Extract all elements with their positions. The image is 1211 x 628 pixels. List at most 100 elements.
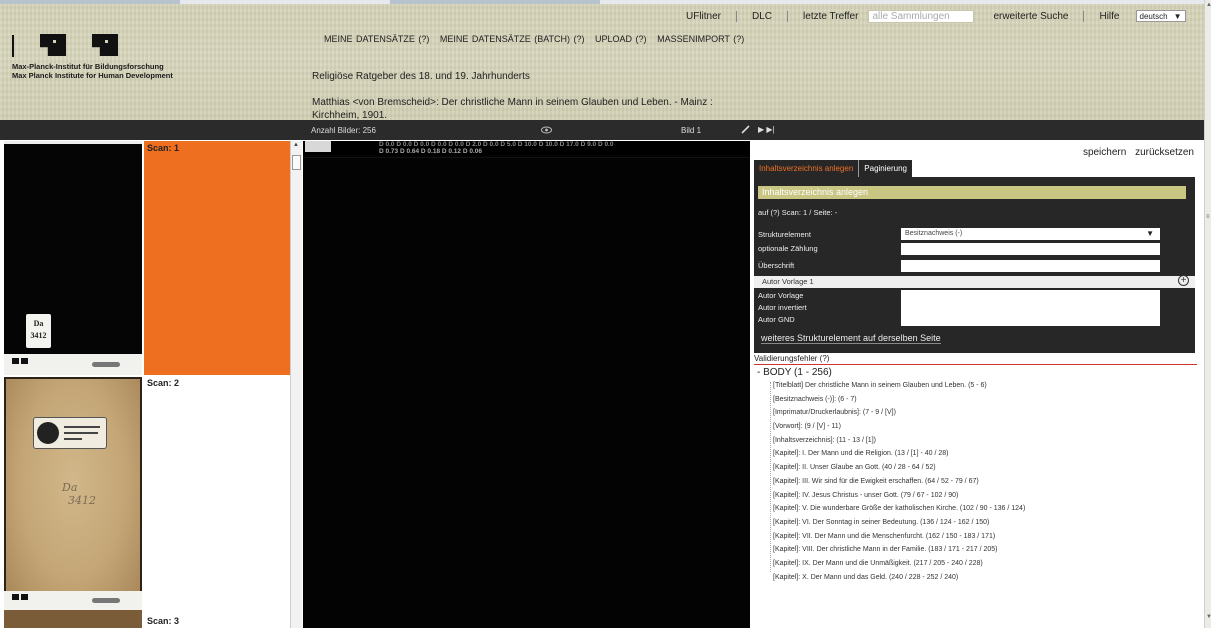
recent-hits-link[interactable]: letzte Treffer	[803, 11, 858, 22]
collection-title[interactable]: Religiöse Ratgeber des 18. und 19. Jahrh…	[312, 71, 530, 82]
structure-tree: [Titelblatt] Der christliche Mann in sei…	[773, 382, 1194, 587]
scan-label: Scan: 1	[147, 143, 180, 153]
eye-icon[interactable]	[541, 126, 552, 134]
selected-highlight	[144, 141, 290, 375]
structure-element-value: Besitznachweis (-)	[905, 230, 963, 237]
tab-pagination[interactable]: Paginierung	[858, 160, 912, 177]
separator	[736, 10, 738, 22]
density-scale-top: D 0.0 D 0.0 D 0.0 D 0.0 D 0.0 D 2.0 D 0.…	[379, 141, 614, 148]
scan-footer-strip	[4, 591, 142, 610]
institute-name-en: Max Planck Institute for Human Developme…	[12, 71, 173, 80]
color-patch	[305, 141, 331, 152]
author-inverted-field[interactable]	[901, 302, 1160, 314]
scan-label: Scan: 2	[147, 378, 180, 388]
shelf-label: Da 3412	[26, 314, 51, 348]
search-input[interactable]: alle Sammlungen	[868, 9, 975, 23]
pencil-icon[interactable]	[741, 125, 751, 134]
scan-image[interactable]	[4, 610, 142, 628]
next-image-buttons[interactable]: ▶ ▶|	[758, 125, 775, 134]
structure-element-select[interactable]: Besitznachweis (-) ▼	[901, 228, 1160, 240]
scroll-up-icon[interactable]: ▲	[293, 142, 299, 148]
scroll-handle[interactable]: ≡	[1206, 214, 1211, 220]
author-gnd-field[interactable]	[901, 314, 1160, 326]
tree-item[interactable]: [Titelblatt] Der christliche Mann in sei…	[773, 382, 1194, 396]
thumbnail-scan-1[interactable]: Da 3412 Scan: 1	[0, 141, 290, 375]
scan-image[interactable]: Da 3412	[4, 377, 142, 610]
record-title: Matthias <von Bremscheid>: Der christlic…	[312, 97, 713, 120]
density-scale-bottom: D 0.73 D 0.64 D 0.18 D 0.12 D 0.06	[379, 148, 482, 155]
add-structure-element-button[interactable]: weiteres Strukturelement auf derselben S…	[761, 333, 941, 344]
thumbnail-scan-3[interactable]: Scan: 3	[0, 610, 290, 628]
tree-item[interactable]: [Kapitel]: IV. Jesus Christus - unser Go…	[773, 492, 1194, 506]
tree-item[interactable]: [Kapitel]: V. Die wunderbare Größe der k…	[773, 505, 1194, 519]
shelf-label-bottom: 3412	[30, 331, 47, 340]
author-field[interactable]	[901, 290, 1160, 302]
dlc-link[interactable]: DLC	[752, 11, 772, 22]
current-image: Bild 1	[681, 126, 702, 135]
heading-field[interactable]	[901, 260, 1160, 272]
logo-text: Max-Planck-Institut für Bildungsforschun…	[12, 62, 212, 80]
panel-tabs: Inhaltsverzeichnis anlegen Paginierung	[754, 160, 912, 177]
advanced-search-link[interactable]: erweiterte Suche	[993, 11, 1068, 22]
scan-label: Scan: 3	[147, 616, 180, 626]
heading-label: Überschrift	[758, 261, 795, 270]
scan-footer-strip	[4, 354, 142, 375]
form-heading: Inhaltsverzeichnis anlegen	[758, 186, 1186, 199]
menu-my-records[interactable]: MEINE DATENSÄTZE (?)	[324, 34, 429, 44]
language-select[interactable]: deutsch ▼	[1135, 10, 1186, 22]
tree-item[interactable]: [Kapitel]: IX. Der Mann und die Unmäßigk…	[773, 560, 1194, 574]
tree-item[interactable]: [Kapitel]: VI. Der Sonntag in seiner Bed…	[773, 519, 1194, 533]
scroll-down-icon[interactable]: ▼	[1206, 614, 1211, 620]
tree-item[interactable]: [Kapitel]: III. Wir sind für die Ewigkei…	[773, 478, 1194, 492]
tree-item[interactable]: [Kapitel]: VIII. Der christliche Mann in…	[773, 546, 1194, 560]
tab-table-of-contents[interactable]: Inhaltsverzeichnis anlegen	[754, 160, 859, 177]
handwritten-note: Da 3412	[62, 481, 96, 507]
help-link[interactable]: Hilfe	[1099, 11, 1119, 22]
menu-my-records-batch[interactable]: MEINE DATENSÄTZE (BATCH) (?)	[440, 34, 585, 44]
tree-root-body[interactable]: - BODY (1 - 256)	[757, 367, 832, 378]
tree-item[interactable]: [Kapitel]: VII. Der Mann und die Mensche…	[773, 533, 1194, 547]
chevron-down-icon: ▼	[1146, 229, 1154, 238]
tree-item[interactable]: [Inhaltsverzeichnis]: (11 - 13 / [1])	[773, 437, 1194, 451]
author-template-section[interactable]: Autor Vorlage 1 +	[754, 275, 1195, 288]
scroll-up-icon[interactable]: ▲	[1206, 2, 1211, 8]
tree-item[interactable]: [Kapitel]: X. Der Mann und das Geld. (24…	[773, 574, 1194, 588]
optional-count-field[interactable]	[901, 243, 1160, 255]
handwritten-note-line-2: 3412	[68, 494, 96, 507]
add-author-icon[interactable]: +	[1178, 275, 1189, 286]
validation-errors-link[interactable]: Validierungsfehler (?)	[754, 354, 1197, 365]
page-scrollbar[interactable]: ▲ ≡ ▼	[1204, 0, 1211, 628]
institute-logo[interactable]: Max-Planck-Institut für Bildungsforschun…	[12, 32, 212, 80]
header: Max-Planck-Institut für Bildungsforschun…	[0, 0, 1204, 120]
thumbnail-scan-2[interactable]: Da 3412 Scan: 2	[0, 375, 290, 610]
scroll-handle[interactable]	[292, 155, 301, 170]
language-value: deutsch	[1139, 11, 1168, 21]
tree-item[interactable]: [Vorwort]: (9 / [V] - 11)	[773, 423, 1194, 437]
menu-upload[interactable]: UPLOAD (?)	[595, 34, 647, 44]
logo-heads-icon	[12, 32, 212, 58]
top-navigation: UFlitner DLC letzte Treffer alle Sammlun…	[686, 9, 1186, 23]
user-link[interactable]: UFlitner	[686, 11, 721, 22]
thumbnail-scrollbar[interactable]: ▲	[290, 141, 302, 628]
thumbnail-list: Da 3412 Scan: 1 Da 3412 Scan: 2 Scan: 3	[0, 141, 290, 628]
toc-form: Inhaltsverzeichnis anlegen auf (?) Scan:…	[754, 177, 1195, 353]
image-count: Anzahl Bilder: 256	[311, 126, 376, 135]
viewer-toolbar: Anzahl Bilder: 256 Bild 1 ▶ ▶|	[0, 120, 1204, 140]
save-button[interactable]: speichern	[1083, 147, 1126, 158]
chevron-down-icon: ▼	[1173, 11, 1182, 21]
form-actions: speichern zurücksetzen	[1077, 147, 1194, 158]
tree-item[interactable]: [Besitznachweis (-)]: (6 - 7)	[773, 396, 1194, 410]
tree-item[interactable]: [Kapitel]: I. Der Mann und die Religion.…	[773, 450, 1194, 464]
scan-image[interactable]: Da 3412	[4, 141, 142, 375]
author-label: Autor Vorlage	[758, 291, 804, 300]
scan-info: auf (?) Scan: 1 / Seite: -	[758, 208, 838, 217]
tree-item[interactable]: [Imprimatur/Druckerlaubnis]: (7 - 9 / [V…	[773, 409, 1194, 423]
handwritten-note-line-1: Da	[62, 481, 78, 494]
tree-connector	[770, 382, 771, 572]
tree-item[interactable]: [Kapitel]: II. Unser Glaube an Gott. (40…	[773, 464, 1194, 478]
menu-mass-import[interactable]: MASSENIMPORT (?)	[657, 34, 744, 44]
reset-button[interactable]: zurücksetzen	[1135, 147, 1194, 158]
image-viewer[interactable]: D 0.0 D 0.0 D 0.0 D 0.0 D 0.0 D 2.0 D 0.…	[303, 141, 750, 628]
optional-count-label: optionale Zählung	[758, 244, 818, 253]
separator	[787, 10, 789, 22]
